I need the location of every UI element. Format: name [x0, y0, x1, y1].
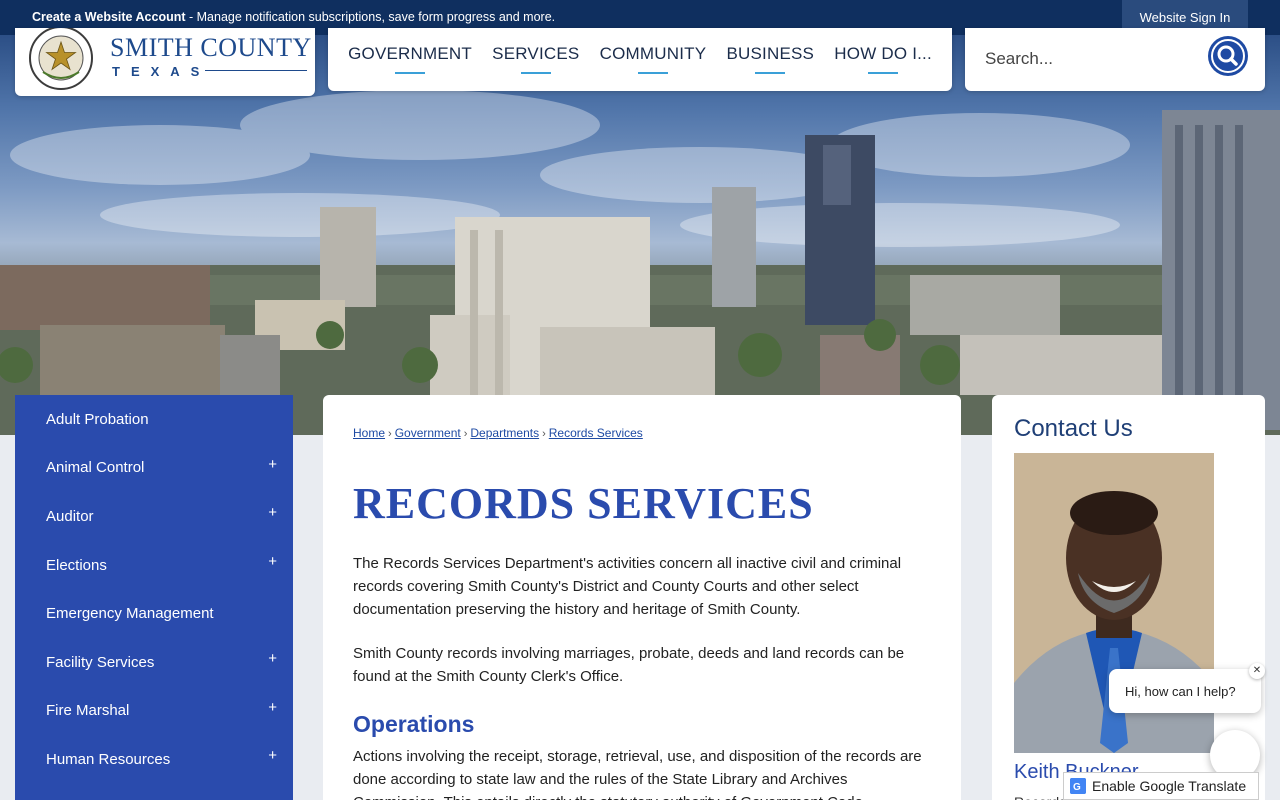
- site-search: [965, 28, 1265, 91]
- breadcrumb-government[interactable]: Government: [395, 426, 461, 440]
- expand-toggle-icon[interactable]: +: [268, 504, 277, 521]
- expand-toggle-icon[interactable]: +: [268, 699, 277, 716]
- sidebar-item-emergency-management[interactable]: Emergency Management: [15, 589, 293, 638]
- expand-toggle-icon[interactable]: +: [268, 747, 277, 764]
- nav-government[interactable]: GOVERNMENT: [348, 44, 472, 64]
- expand-toggle-icon[interactable]: +: [268, 456, 277, 473]
- create-account-message: Create a Website Account - Manage notifi…: [32, 10, 555, 24]
- google-translate-icon: G: [1070, 778, 1086, 794]
- search-input[interactable]: [985, 44, 1205, 74]
- sidebar-item-label: Adult Probation: [46, 410, 149, 428]
- sidebar-item-adult-probation[interactable]: Adult Probation: [15, 395, 293, 444]
- nav-services[interactable]: SERVICES: [492, 44, 579, 64]
- sidebar-item-label: Animal Control: [46, 459, 145, 477]
- logo-subtitle: TEXAS: [112, 64, 211, 79]
- county-clerk-paragraph: Smith County records involving marriages…: [353, 645, 905, 685]
- sidebar-item-label: Auditor: [46, 507, 94, 525]
- google-translate-button[interactable]: G Enable Google Translate: [1063, 772, 1259, 800]
- sidebar-item-label: Elections: [46, 556, 107, 574]
- sidebar-item-label: Human Resources: [46, 750, 171, 768]
- breadcrumb-departments[interactable]: Departments: [470, 426, 539, 440]
- breadcrumb-home[interactable]: Home: [353, 426, 385, 440]
- sidebar-item-label: Emergency Management: [46, 605, 214, 623]
- nav-business[interactable]: BUSINESS: [727, 44, 815, 64]
- intro-paragraph: The Records Services Department's activi…: [353, 555, 902, 618]
- sidebar-item-fire-marshal[interactable]: Fire Marshal +: [15, 687, 293, 736]
- breadcrumb-separator: ›: [388, 428, 392, 440]
- operations-paragraph: Actions involving the receipt, storage, …: [353, 748, 922, 800]
- breadcrumb-separator: ›: [542, 428, 546, 440]
- contact-us-heading: Contact Us: [1014, 415, 1133, 442]
- contact-role: Records: [1014, 794, 1066, 800]
- search-button[interactable]: [1208, 36, 1248, 76]
- chat-greeting-bubble[interactable]: Hi, how can I help?: [1109, 669, 1261, 713]
- nav-how-do-i[interactable]: HOW DO I...: [834, 44, 932, 64]
- operations-heading: Operations: [353, 711, 475, 737]
- sidebar-item-facility-services[interactable]: Facility Services +: [15, 638, 293, 687]
- sidebar-item-human-resources[interactable]: Human Resources +: [15, 735, 293, 784]
- county-seal-icon: [29, 28, 93, 90]
- main-content: Home › Government › Departments › Records Serv…: [323, 395, 961, 800]
- breadcrumb-records-services[interactable]: Records Services: [549, 426, 643, 440]
- breadcrumb-separator: ›: [463, 428, 468, 440]
- svg-text:G: G: [1073, 782, 1081, 793]
- sidebar-item-label: Facility Services: [46, 653, 155, 671]
- create-account-link[interactable]: Create a Website Account: [32, 10, 186, 24]
- google-translate-label: Enable Google Translate: [1092, 778, 1247, 794]
- sidebar-item-label: Fire Marshal: [46, 702, 130, 720]
- logo-divider: [205, 70, 307, 71]
- sidebar-item-animal-control[interactable]: Animal Control +: [15, 444, 293, 493]
- expand-toggle-icon[interactable]: +: [268, 553, 277, 570]
- logo-title: SMITH COUNTY: [110, 33, 312, 62]
- breadcrumb: Home › Government › Departments › Records Serv…: [353, 426, 643, 440]
- nav-community[interactable]: COMMUNITY: [600, 44, 707, 64]
- chat-close-icon[interactable]: ✕: [1249, 663, 1265, 679]
- sidebar-item-auditor[interactable]: Auditor +: [15, 492, 293, 541]
- main-navigation: GOVERNMENT SERVICES COMMUNITY BUSINESS H…: [328, 28, 952, 91]
- page-title: RECORDS SERVICES: [353, 479, 814, 528]
- create-account-description: - Manage notification subscriptions, sav…: [185, 10, 556, 24]
- expand-toggle-icon[interactable]: +: [268, 650, 277, 667]
- chat-greeting-text: Hi, how can I help?: [1125, 683, 1236, 699]
- sidebar-item-elections[interactable]: Elections +: [15, 541, 293, 590]
- department-sidebar: Adult Probation Animal Control + Auditor…: [15, 395, 293, 800]
- search-icon: [1211, 39, 1245, 73]
- county-logo[interactable]: SMITH COUNTY TEXAS: [15, 28, 315, 96]
